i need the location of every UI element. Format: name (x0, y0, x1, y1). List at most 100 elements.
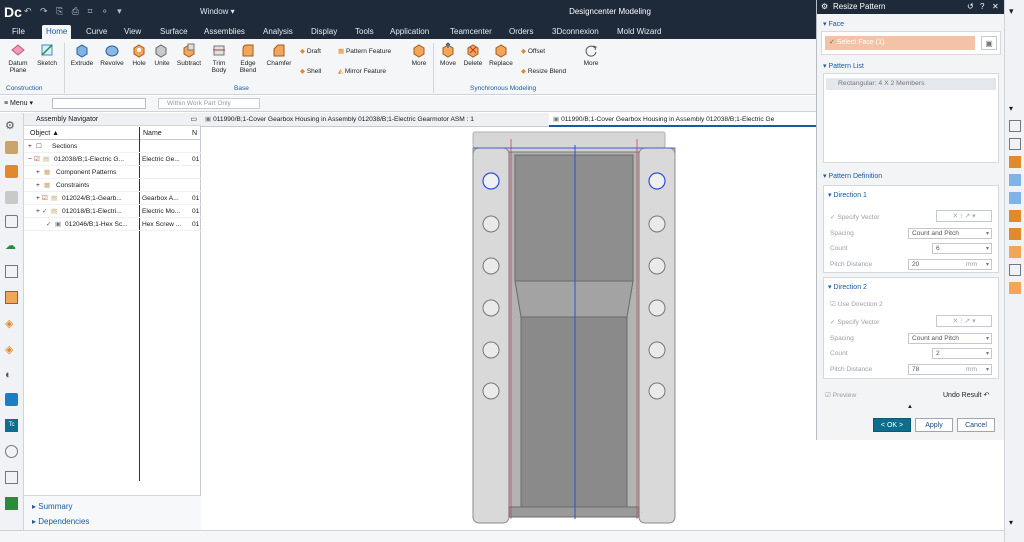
ok-button[interactable]: < OK > (873, 418, 911, 432)
reset-icon[interactable]: ↺ (967, 0, 974, 14)
vector-selector-2[interactable]: ✕ ⁝ ↗ ▾ (936, 315, 992, 327)
manufacturing-wizard-icon[interactable]: ◈ (5, 343, 18, 356)
menu-tools[interactable]: Tools (351, 25, 378, 39)
tree-row-electric-gearmotor[interactable]: − ☑ ▤ 012038/B;1-Electric G... Electric … (24, 154, 201, 166)
minimize-icon[interactable]: ▾ (1009, 6, 1021, 18)
datum-plane-button[interactable]: Datum Plane (4, 42, 32, 74)
graphics-viewport[interactable] (201, 127, 816, 530)
menu-display[interactable]: Display (307, 25, 341, 39)
check-icon[interactable]: ✓ (46, 219, 52, 230)
tree-row-electric-motor[interactable]: + ✓ ▤ 012018/B;1-Electri... Electric Mo.… (24, 206, 201, 218)
palette-icon[interactable] (5, 471, 18, 484)
menu-surface[interactable]: Surface (156, 25, 192, 39)
menu-application[interactable]: Application (386, 25, 433, 39)
menu-curve[interactable]: Curve (82, 25, 111, 39)
display-tool-icon[interactable] (1009, 246, 1021, 258)
display-tool-icon[interactable] (1009, 282, 1021, 294)
expand-icon[interactable]: + (36, 167, 40, 178)
delete-button[interactable]: Delete (460, 42, 486, 67)
subtract-button[interactable]: Subtract (174, 42, 204, 67)
web-browser-icon[interactable] (5, 265, 18, 278)
hole[interactable] (482, 382, 500, 400)
pattern-definition-section-toggle[interactable]: ▾ Pattern Definition (823, 172, 882, 180)
undo-result-button[interactable]: Undo Result ↶ (943, 391, 989, 399)
hole[interactable] (482, 215, 500, 233)
expand-icon[interactable]: + (36, 180, 40, 191)
assembly-navigator-icon[interactable] (5, 141, 18, 154)
dependencies-panel-toggle[interactable]: ▸ Dependencies (32, 517, 89, 526)
check-icon[interactable]: ✓ (42, 206, 48, 217)
part-navigator-icon[interactable] (5, 165, 18, 178)
window-menu[interactable]: Window ▾ (200, 7, 235, 16)
tab-assembly-view[interactable]: ▣ 011990/B;1-Cover Gearbox Housing in As… (201, 113, 546, 127)
gear-icon[interactable]: ⚙ (5, 119, 18, 132)
tree-row-constraints[interactable]: + ▦ Constraints (24, 180, 201, 192)
spacing-1-select[interactable]: Count and Pitch ▾ (908, 228, 992, 239)
expand-icon[interactable]: + (36, 193, 40, 204)
face-selection-icon[interactable]: ▣ (981, 36, 997, 50)
display-tool-icon[interactable] (1009, 192, 1021, 204)
extrude-button[interactable]: Extrude (68, 42, 96, 67)
menu-3dconnexion[interactable]: 3Dconnexion (548, 25, 603, 39)
constraint-navigator-icon[interactable] (5, 191, 18, 204)
menu-file[interactable]: File (8, 25, 29, 39)
clock-icon[interactable] (5, 445, 18, 458)
work-part-scope-select[interactable]: Within Work Part Only (158, 98, 260, 109)
hole[interactable] (482, 341, 500, 359)
roles-icon[interactable]: ◐ (5, 369, 18, 382)
face-section-toggle[interactable]: ▾ Face (823, 20, 844, 28)
hole[interactable] (648, 257, 666, 275)
process-studio-icon[interactable]: ◈ (5, 317, 18, 330)
specify-vector-2[interactable]: ✓ Specify Vector (830, 318, 880, 326)
close-icon[interactable]: ✕ (992, 0, 999, 14)
vector-selector-1[interactable]: ✕ ⁝ ↗ ▾ (936, 210, 992, 222)
display-tool-icon[interactable] (1009, 174, 1021, 186)
checkbox-icon[interactable]: ☑ (34, 154, 40, 165)
hole[interactable] (648, 382, 666, 400)
collapse-arrow-icon[interactable]: ▲ (907, 404, 913, 410)
tree-row-gearbox[interactable]: + ☑ ▤ 012024/B;1-Gearb... Gearbox A... 0… (24, 193, 201, 205)
quick-access-toolbar[interactable]: ↶ ↷ ⎘ ⎙ ⌗ ⚬ ▾ (24, 6, 125, 17)
chevron-down-icon[interactable]: ▾ (1009, 518, 1021, 530)
display-tool-icon[interactable] (1009, 156, 1021, 168)
count-2-field[interactable]: 2 ▾ (932, 348, 992, 359)
column-n[interactable]: N (192, 127, 197, 140)
display-tool-icon[interactable] (1009, 264, 1021, 276)
display-tool-icon[interactable] (1009, 210, 1021, 222)
edge-blend-button[interactable]: Edge Blend (234, 42, 262, 74)
hole-selected-right[interactable] (648, 172, 666, 190)
menu-assemblies[interactable]: Assemblies (200, 25, 249, 39)
replace-button[interactable]: Replace (487, 42, 515, 67)
cancel-button[interactable]: Cancel (957, 418, 995, 432)
system-scene-icon[interactable] (5, 393, 18, 406)
menu-dropdown[interactable]: ≡ Menu ▾ (4, 99, 33, 107)
industry-icon[interactable] (5, 497, 18, 510)
view-tool-icon[interactable] (1009, 120, 1021, 132)
base-more-button[interactable]: More (408, 42, 430, 67)
pattern-list-section-toggle[interactable]: ▾ Pattern List (823, 62, 864, 70)
type-filter-select[interactable] (52, 98, 146, 109)
preview-checkbox[interactable]: ☑ Preview (825, 391, 856, 399)
pattern-feature-button[interactable]: ▦ Pattern Feature (338, 47, 391, 55)
menu-analysis[interactable]: Analysis (259, 25, 297, 39)
view-tool-icon[interactable] (1009, 138, 1021, 150)
unite-button[interactable]: Unite (151, 42, 173, 67)
sketch-button[interactable]: Sketch (34, 42, 60, 67)
trim-body-button[interactable]: Trim Body (206, 42, 232, 74)
revolve-button[interactable]: Revolve (98, 42, 126, 67)
tree-row-sections[interactable]: + ☐ Sections (24, 141, 201, 153)
column-object[interactable]: Object ▲ (30, 127, 59, 140)
menu-home[interactable]: Home (42, 25, 72, 39)
spacing-2-select[interactable]: Count and Pitch ▾ (908, 333, 992, 344)
draft-button[interactable]: ◆ Draft (300, 47, 321, 55)
menu-teamcenter[interactable]: Teamcenter (446, 25, 496, 39)
navigator-maximize-icon[interactable]: ▭ (190, 113, 197, 126)
chevron-down-icon[interactable]: ▾ (1009, 104, 1021, 116)
move-button[interactable]: Move (437, 42, 459, 67)
direction-1-toggle[interactable]: ▾ Direction 1 (828, 191, 867, 199)
help-icon[interactable]: ? (980, 0, 984, 14)
menu-view[interactable]: View (120, 25, 145, 39)
specify-vector-1[interactable]: ✓ Specify Vector (830, 213, 880, 221)
tree-row-hex-screw[interactable]: ✓ ▣ 012046/B;1-Hex Sc... Hex Screw ... 0… (24, 219, 201, 231)
sync-more-button[interactable]: More (580, 42, 602, 67)
